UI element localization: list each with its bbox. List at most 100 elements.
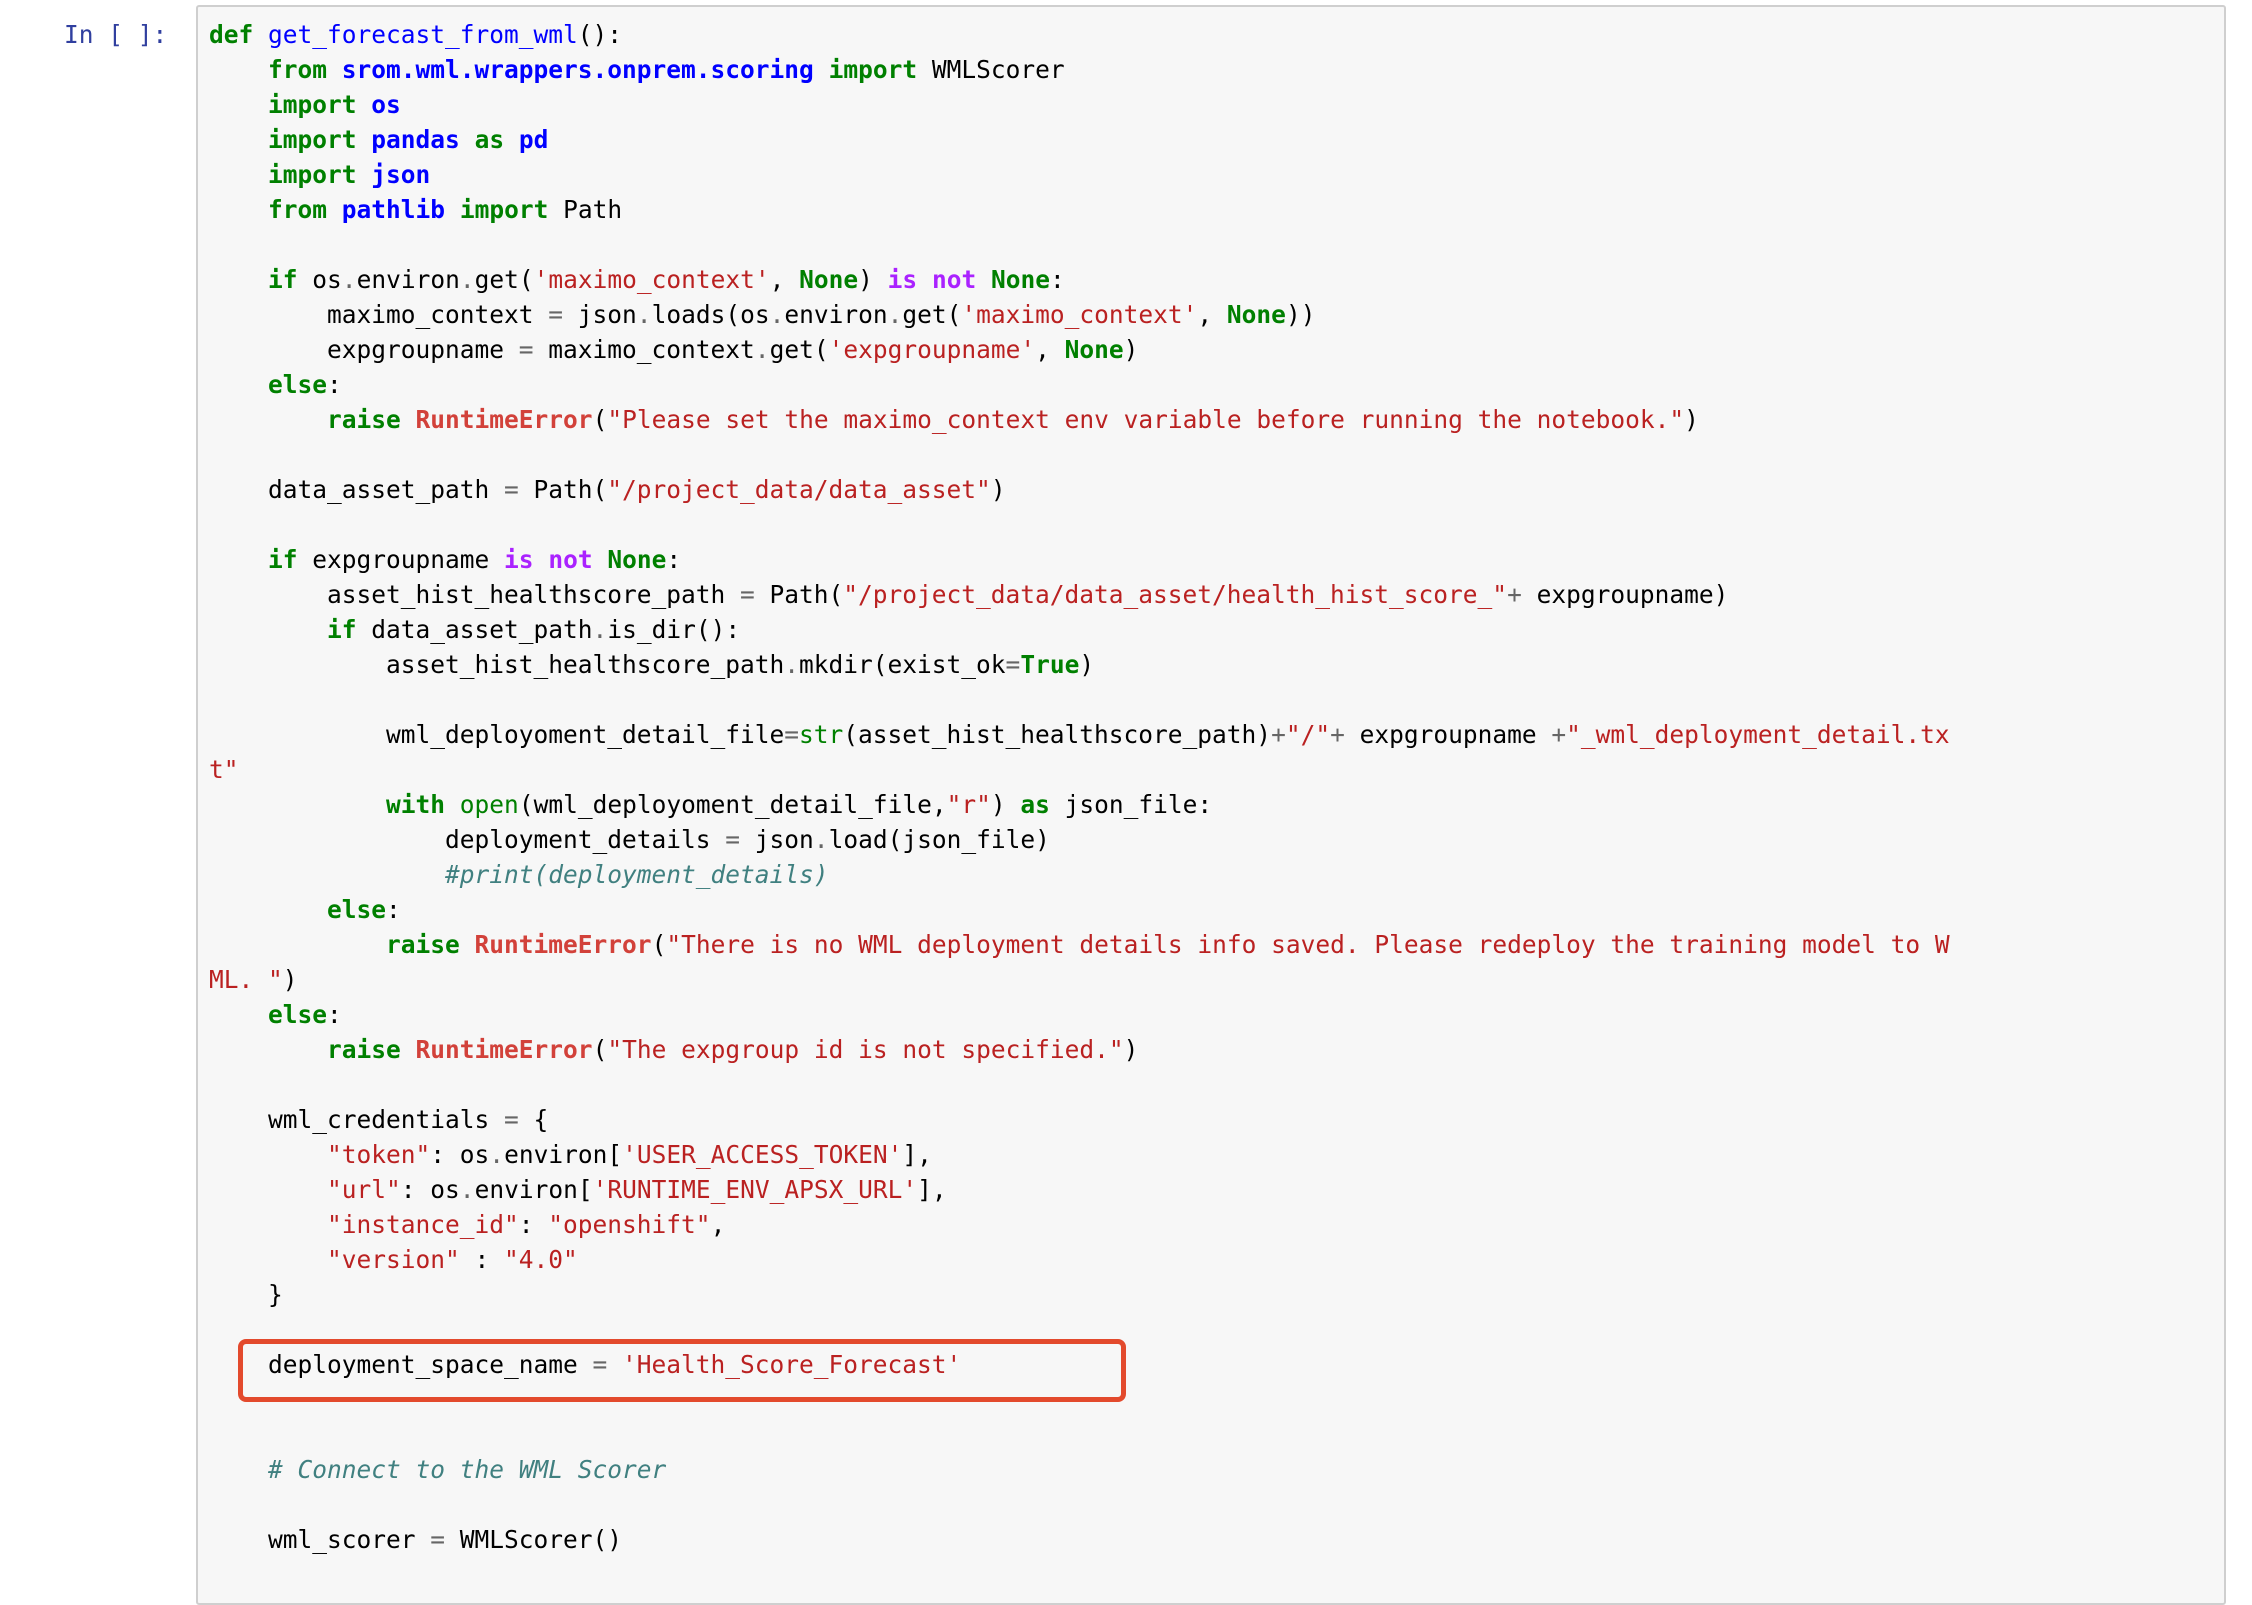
- code-token: +: [1271, 720, 1286, 749]
- code-token: get(: [902, 300, 962, 329]
- code-token: is: [504, 545, 534, 574]
- code-token: ,: [1197, 300, 1227, 329]
- code-token: else: [268, 1000, 328, 1029]
- code-token: expgroupname): [1521, 580, 1729, 609]
- code-token: maximo_context: [209, 300, 549, 329]
- code-line: import json: [209, 157, 1950, 192]
- code-text[interactable]: def get_forecast_from_wml(): from srom.w…: [209, 17, 1950, 1557]
- code-token: environ[: [474, 1175, 593, 1204]
- code-token: None: [607, 545, 667, 574]
- code-token: ): [1684, 405, 1699, 434]
- code-line: from pathlib import Path: [209, 192, 1950, 227]
- code-token: (: [592, 405, 608, 434]
- code-token: (: [651, 930, 667, 959]
- code-token: (asset_hist_healthscore_path): [843, 720, 1272, 749]
- code-token: wml_scorer: [209, 1525, 431, 1554]
- code-token: else: [327, 895, 387, 924]
- code-token: import: [459, 195, 549, 224]
- code-token: :: [1050, 265, 1065, 294]
- code-line: # Connect to the WML Scorer: [209, 1452, 1950, 1487]
- code-token: RuntimeError: [415, 1035, 593, 1064]
- code-token: "There is no WML deployment details info…: [666, 930, 1950, 959]
- code-token: "4.0": [504, 1245, 578, 1274]
- code-token: with: [386, 790, 446, 819]
- code-token: None: [990, 265, 1050, 294]
- code-line: import os: [209, 87, 1950, 122]
- code-token: : os: [430, 1140, 490, 1169]
- code-line: asset_hist_healthscore_path = Path("/pro…: [209, 577, 1950, 612]
- code-line: ML. "): [209, 962, 1950, 997]
- code-line: asset_hist_healthscore_path.mkdir(exist_…: [209, 647, 1950, 682]
- code-token: =: [740, 580, 755, 609]
- code-token: =: [784, 720, 800, 749]
- code-line: }: [209, 1277, 1950, 1312]
- code-token: if: [268, 545, 298, 574]
- code-token: asset_hist_healthscore_path: [209, 650, 785, 679]
- code-token: ,: [769, 265, 800, 294]
- code-line: wml_credentials = {: [209, 1102, 1950, 1137]
- code-line: raise RuntimeError("The expgroup id is n…: [209, 1032, 1950, 1067]
- code-token: as: [1020, 790, 1050, 819]
- code-token: "/project_data/data_asset/health_hist_sc…: [843, 580, 1508, 609]
- code-token: 'maximo_context': [961, 300, 1198, 329]
- code-token: +: [1507, 580, 1522, 609]
- code-token: .: [754, 335, 770, 364]
- code-token: 'USER_ACCESS_TOKEN': [622, 1140, 903, 1169]
- code-line: else:: [209, 367, 1950, 402]
- code-token: :: [327, 1000, 342, 1029]
- code-token: .: [769, 300, 785, 329]
- code-token: get_forecast_from_wml: [268, 20, 578, 49]
- code-token: not: [548, 545, 593, 574]
- code-token: os: [297, 265, 342, 294]
- code-token: if: [327, 615, 357, 644]
- code-line: "version" : "4.0": [209, 1242, 1950, 1277]
- code-token: WMLScorer: [917, 55, 1065, 84]
- code-token: ],: [902, 1140, 932, 1169]
- code-token: 'RUNTIME_ENV_APSX_URL': [592, 1175, 918, 1204]
- code-line: else:: [209, 892, 1950, 927]
- code-token: True: [1020, 650, 1080, 679]
- code-token: pathlib: [341, 195, 446, 224]
- code-token: 'Health_Score_Forecast': [622, 1350, 962, 1379]
- code-token: srom.wml.wrappers.onprem.scoring: [341, 55, 814, 84]
- code-token: raise: [327, 405, 401, 434]
- code-token: ,: [710, 1210, 726, 1239]
- code-token: #print(deployment_details): [445, 860, 829, 889]
- code-token: # Connect to the WML Scorer: [268, 1455, 667, 1484]
- code-token: str: [799, 720, 844, 749]
- code-token: raise: [327, 1035, 401, 1064]
- code-token: get(: [769, 335, 829, 364]
- code-token: deployment_details: [209, 825, 726, 854]
- code-token: if: [268, 265, 298, 294]
- code-line: "url": os.environ['RUNTIME_ENV_APSX_URL'…: [209, 1172, 1950, 1207]
- code-token: data_asset_path: [356, 615, 593, 644]
- code-token: get(: [474, 265, 534, 294]
- code-token: +: [1551, 720, 1567, 749]
- code-token: import: [268, 125, 357, 154]
- code-token: import: [268, 90, 357, 119]
- code-token: maximo_context: [533, 335, 755, 364]
- code-token: +: [1330, 720, 1345, 749]
